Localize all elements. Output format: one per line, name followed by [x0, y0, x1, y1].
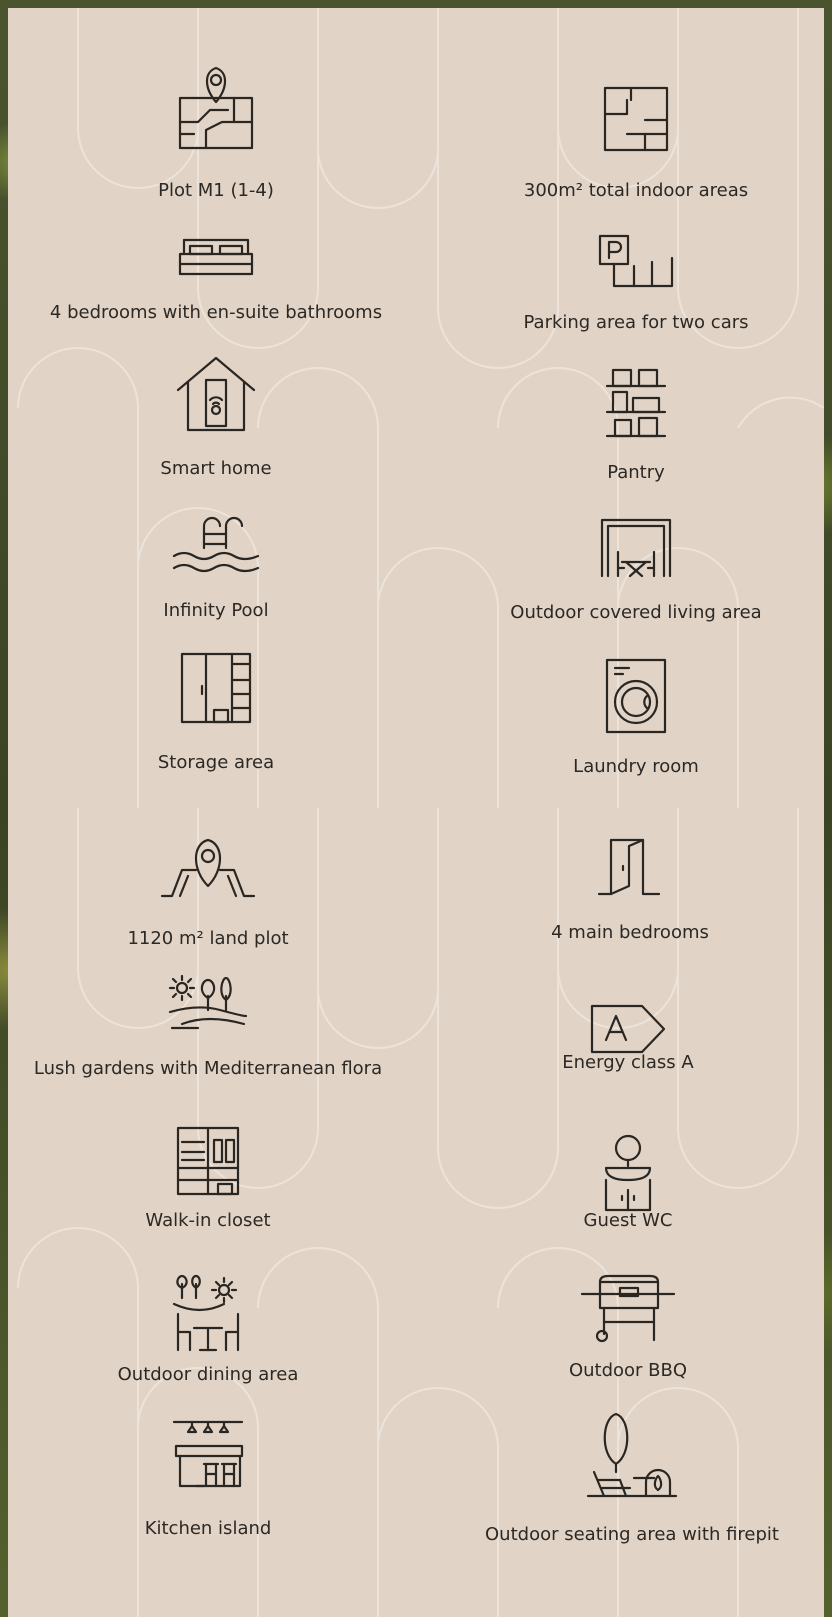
kitchen-island-icon: [170, 1418, 246, 1490]
feature-label: Outdoor covered living area: [510, 602, 762, 623]
parking-icon: [596, 232, 676, 292]
feature-label: Parking area for two cars: [523, 312, 749, 333]
bbq-icon: [578, 1274, 678, 1344]
outdoor-dining-icon: [170, 1274, 246, 1354]
storage-wardrobe-icon: [178, 650, 254, 726]
feature-label: Walk-in closet: [145, 1210, 271, 1231]
feature-label: 1120 m² land plot: [127, 928, 289, 949]
feature-label: 4 main bedrooms: [551, 922, 709, 943]
feature-label: 4 bedrooms with en-suite bathrooms: [49, 302, 383, 323]
smart-home-icon: [174, 354, 258, 434]
pool-icon: [170, 512, 262, 578]
feature-label: Storage area: [157, 752, 275, 773]
washing-machine-icon: [603, 656, 669, 736]
garden-icon: [168, 974, 248, 1034]
feature-label: 300m² total indoor areas: [523, 180, 749, 201]
feature-label: Energy class A: [562, 1052, 694, 1073]
covered-patio-icon: [598, 516, 674, 580]
feature-label: Outdoor BBQ: [568, 1360, 688, 1381]
feature-label: Outdoor seating area with firepit: [485, 1524, 779, 1545]
features-panel: Plot M1 (1-4) 300m² total indoor areas 4…: [8, 8, 824, 1617]
floorplan-icon: [601, 84, 671, 154]
energy-class-icon: [588, 1002, 668, 1056]
feature-label: Infinity Pool: [163, 600, 269, 621]
firepit-seating-icon: [584, 1412, 680, 1500]
feature-label: Pantry: [607, 462, 665, 483]
feature-label: Lush gardens with Mediterranean flora: [33, 1058, 383, 1079]
washbasin-icon: [600, 1132, 656, 1214]
closet-icon: [174, 1124, 242, 1198]
bed-icon: [176, 232, 256, 278]
feature-label: Laundry room: [573, 756, 699, 777]
land-plot-icon: [158, 836, 258, 900]
feature-label: Guest WC: [583, 1210, 673, 1231]
door-icon: [595, 836, 665, 898]
feature-label: Plot M1 (1-4): [158, 180, 274, 201]
pantry-shelves-icon: [603, 364, 669, 440]
feature-label: Smart home: [160, 458, 272, 479]
feature-label: Outdoor dining area: [117, 1364, 299, 1385]
feature-label: Kitchen island: [144, 1518, 272, 1539]
plot-map-icon: [176, 64, 256, 154]
